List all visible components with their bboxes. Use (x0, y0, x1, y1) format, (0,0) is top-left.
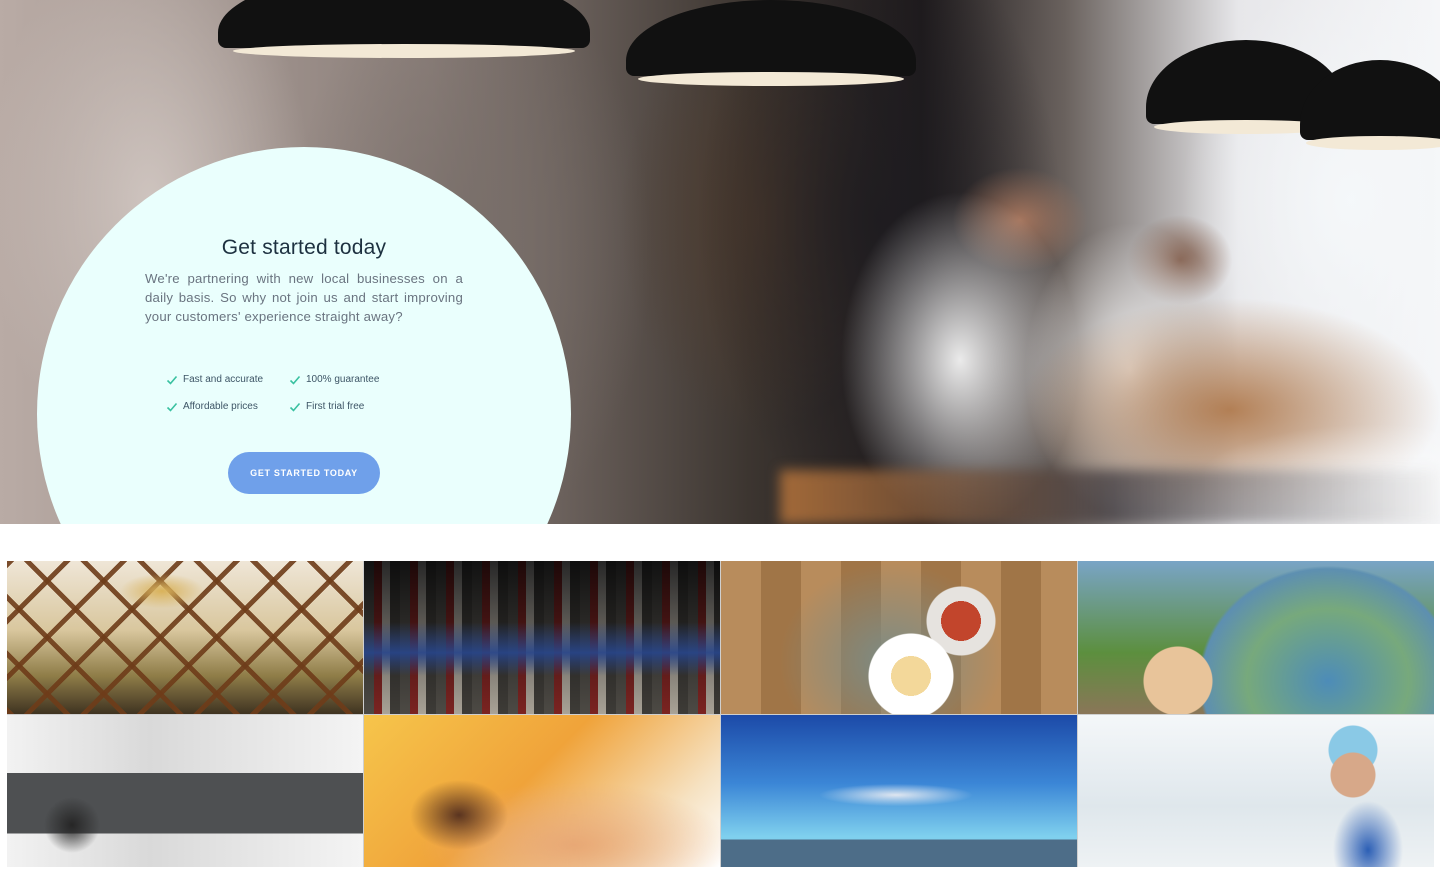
hero-description: We're partnering with new local business… (145, 271, 463, 324)
feature-item: First trial free (289, 399, 419, 414)
pendant-lamp (218, 0, 590, 58)
cafe-counter (780, 470, 1440, 524)
hero-section: Get started today We're partnering with … (0, 0, 1440, 524)
feature-list: Fast and accurate 100% guarantee Afforda… (166, 372, 426, 414)
living-room-sofa-photo[interactable] (7, 714, 363, 867)
airplane-photo[interactable] (721, 714, 1077, 867)
check-icon (289, 375, 301, 385)
feature-label: Affordable prices (183, 401, 258, 412)
doctor-dentist-photo[interactable] (1078, 714, 1434, 867)
hotel-lobby-photo[interactable] (7, 561, 363, 714)
hero-card-content: Get started today We're partnering with … (145, 234, 463, 326)
feature-item: 100% guarantee (289, 372, 419, 387)
hero-title: Get started today (221, 236, 387, 259)
check-icon (289, 402, 301, 412)
check-icon (166, 375, 178, 385)
business-gallery (7, 561, 1434, 867)
feature-label: First trial free (306, 401, 365, 412)
clothing-store-photo[interactable] (364, 561, 720, 714)
check-icon (166, 402, 178, 412)
restaurant-food-photo[interactable] (721, 561, 1077, 714)
pendant-lamp (626, 0, 916, 86)
feature-item: Fast and accurate (166, 372, 289, 387)
feature-label: 100% guarantee (306, 374, 380, 385)
globe-travel-photo[interactable] (1078, 561, 1434, 714)
get-started-button[interactable]: GET STARTED TODAY (228, 452, 380, 494)
feature-item: Affordable prices (166, 399, 289, 414)
feature-label: Fast and accurate (183, 374, 264, 385)
spa-massage-photo[interactable] (364, 714, 720, 867)
